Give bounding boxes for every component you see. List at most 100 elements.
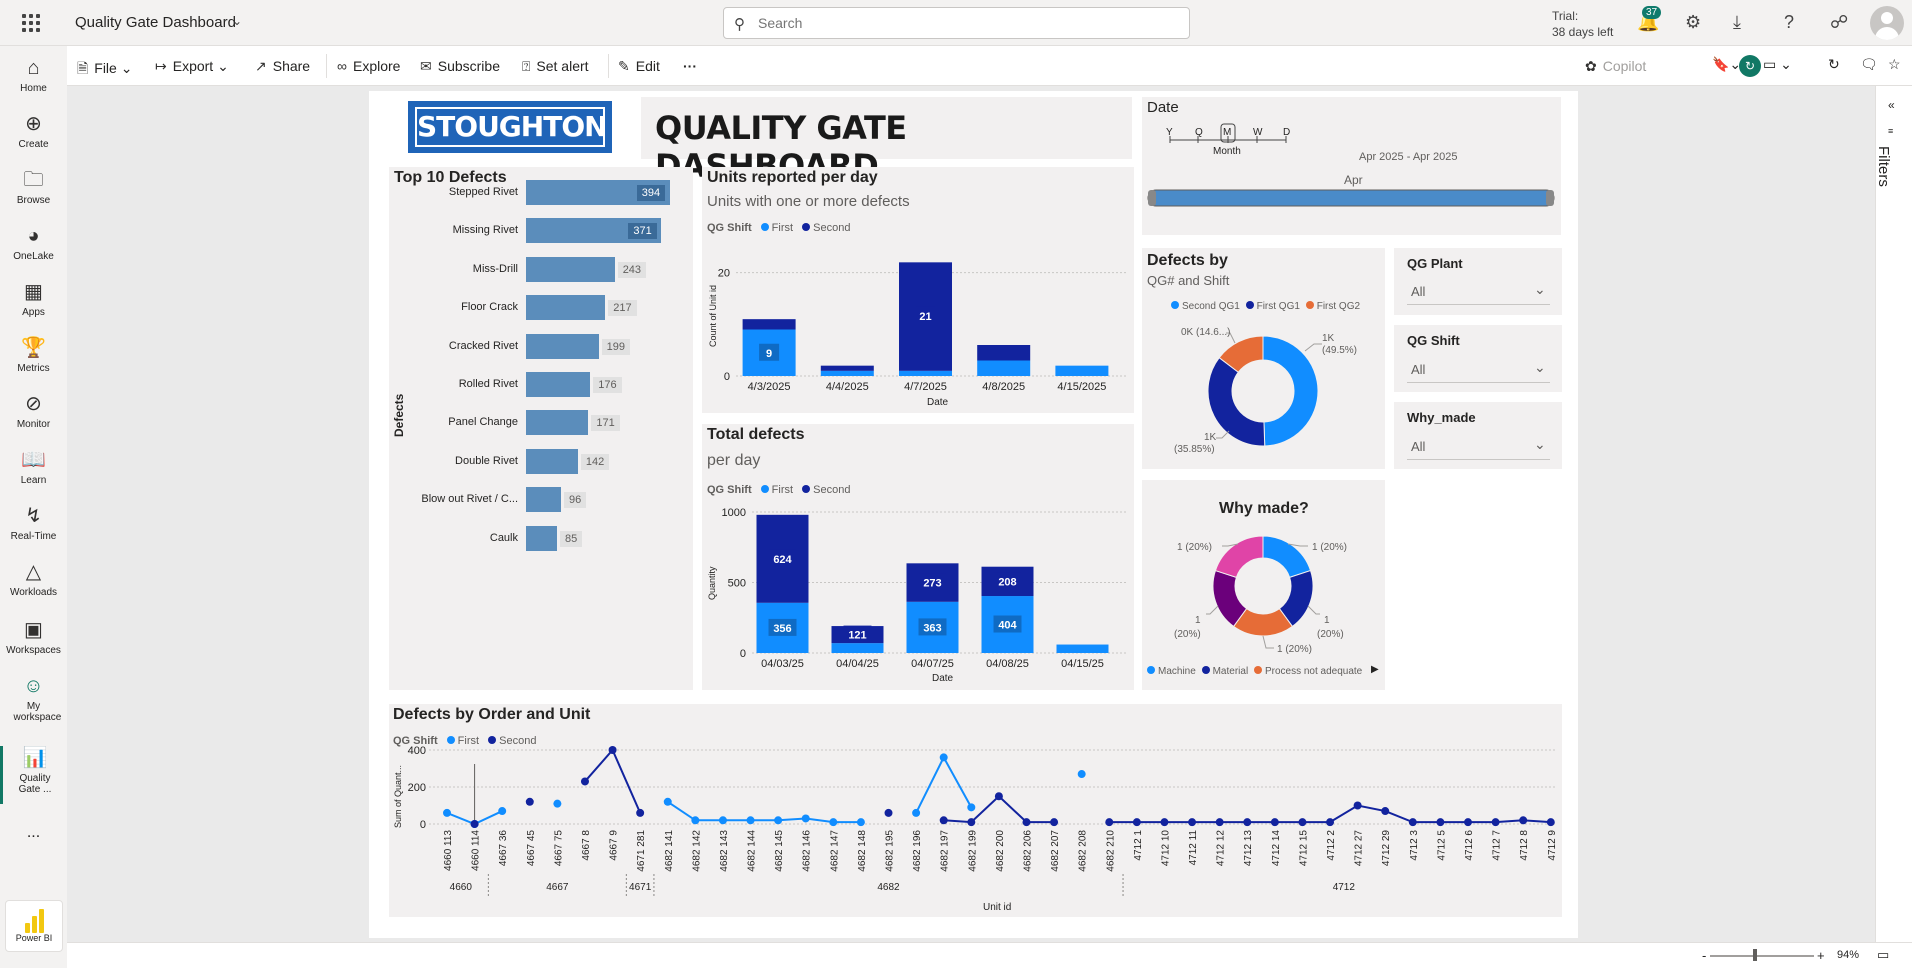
nav-more[interactable]: ... [0,824,67,842]
data-point[interactable] [1077,770,1086,779]
donut-slice[interactable] [1214,535,1264,578]
data-point[interactable] [1132,818,1141,827]
bar[interactable] [526,487,562,513]
help-icon[interactable]: ? [1784,12,1794,33]
app-title[interactable]: Quality Gate Dashboard [75,14,236,31]
chevron-down-icon[interactable]: ⌄ [232,14,242,28]
data-point[interactable] [967,803,976,812]
data-point[interactable] [1215,818,1224,827]
zoom-out-button[interactable]: - [1702,948,1706,963]
data-point[interactable] [1491,818,1500,827]
nav-my-workspace[interactable]: ☺ My workspace [0,674,67,723]
chevron-down-icon[interactable]: ⌄ [1534,436,1546,453]
data-point[interactable] [470,820,479,828]
download-icon[interactable]: ⤓ [1733,12,1741,33]
bar[interactable] [526,256,615,282]
data-point[interactable] [856,818,865,827]
data-point[interactable] [1546,818,1555,827]
reload-icon[interactable]: ↻ [1828,56,1840,73]
bar-segment[interactable] [899,370,952,376]
level-m[interactable]: M [1223,127,1231,138]
units-chart[interactable]: 20 0 9 4/3/2025 4/4/2025 21 4/7/2025 4/8/2025 4/… [702,167,1134,413]
edit-button[interactable]: ✎ Edit [618,58,660,75]
data-point[interactable] [1160,818,1169,827]
data-point[interactable] [608,746,617,754]
slicer-value[interactable]: All [1411,362,1425,377]
slicer-value[interactable]: All [1411,284,1425,299]
bar[interactable] [526,333,599,359]
nav-apps[interactable]: ▦ Apps [0,280,67,318]
data-point[interactable] [691,816,700,825]
search-box[interactable]: ⚲ [723,7,1190,39]
slicer-value[interactable]: All [1411,439,1425,454]
data-point[interactable] [1050,818,1059,827]
data-point[interactable] [829,818,838,827]
bar-segment[interactable] [977,360,1031,377]
fit-page-icon[interactable]: ▭ [1877,947,1889,963]
export-menu[interactable]: ↦ Export ⌄ [155,58,229,75]
set-alert-button[interactable]: ⍰ Set alert [522,58,589,75]
data-point[interactable] [884,808,893,817]
data-point[interactable] [1519,816,1528,825]
zoom-thumb[interactable] [1753,949,1757,961]
data-point[interactable] [994,792,1003,801]
nav-quality-gate[interactable]: 📊 Quality Gate ... [0,746,67,804]
data-point[interactable] [1270,818,1279,827]
data-point[interactable] [1353,801,1362,810]
data-point[interactable] [1464,818,1473,827]
bar-segment[interactable] [977,345,1031,361]
nav-metrics[interactable]: 🏆 Metrics [0,336,67,374]
data-point[interactable] [746,816,755,825]
data-point[interactable] [1436,818,1445,827]
legend-next-arrow-icon[interactable]: ▶ [1371,664,1379,675]
search-input[interactable] [758,15,1158,31]
nav-onelake[interactable]: ◕ OneLake [0,224,67,262]
file-menu[interactable]: 🗎 File ⌄ [77,58,132,82]
gear-icon[interactable]: ⚙ [1685,12,1701,33]
data-point[interactable] [967,818,976,827]
bar-segment[interactable] [820,370,874,376]
subscribe-button[interactable]: ✉ Subscribe [420,58,500,75]
data-point[interactable] [1105,818,1114,827]
data-point[interactable] [636,808,645,817]
explore-button[interactable]: ∞ Explore [337,58,400,74]
chevron-down-icon[interactable]: ⌄ [1534,281,1546,298]
share-people-icon[interactable]: ☍ [1830,12,1848,33]
data-point[interactable] [939,753,948,762]
bar[interactable] [526,372,591,397]
level-q[interactable]: Q [1195,127,1203,138]
nav-real-time[interactable]: ↯ Real-Time [0,504,67,542]
data-point[interactable] [498,807,507,816]
data-point[interactable] [1326,818,1335,827]
data-point[interactable] [1408,818,1417,827]
bar-segment[interactable] [1056,644,1109,653]
chevron-down-icon[interactable]: ⌄ [1534,359,1546,376]
data-point[interactable] [1022,818,1031,827]
refresh-status-icon[interactable]: ↻ [1739,55,1761,77]
data-point[interactable] [1381,807,1390,816]
nav-create[interactable]: ⊕ Create [0,112,67,150]
nav-learn[interactable]: 📖 Learn [0,448,67,486]
why-made-donut[interactable] [1142,480,1385,690]
bar[interactable] [526,295,606,321]
data-point[interactable] [1298,818,1307,827]
zoom-in-button[interactable]: + [1817,948,1825,963]
series-line[interactable] [584,748,642,814]
bar-segment[interactable] [1055,365,1109,376]
favorite-icon[interactable]: ☆ [1888,56,1901,73]
nav-home[interactable]: ⌂ Home [0,56,67,94]
level-d[interactable]: D [1283,127,1290,138]
bar-segment[interactable] [831,643,884,653]
total-chart[interactable]: 1000 500 0 356 624 04/03/25 121 04/04/25 363 273 0… [702,424,1134,690]
bar-segment[interactable] [742,319,796,330]
app-launcher-icon[interactable] [22,14,40,32]
power-bi-logo[interactable]: Power BI [5,900,63,952]
data-point[interactable] [939,816,948,825]
bookmark-icon[interactable]: 🔖⌄ [1712,56,1741,73]
date-level-selector[interactable] [1142,97,1561,235]
level-y[interactable]: Y [1166,127,1173,138]
data-point[interactable] [774,816,783,825]
data-point[interactable] [525,797,534,806]
copilot-button[interactable]: ✿ Copilot [1585,58,1646,75]
data-point[interactable] [801,814,810,823]
